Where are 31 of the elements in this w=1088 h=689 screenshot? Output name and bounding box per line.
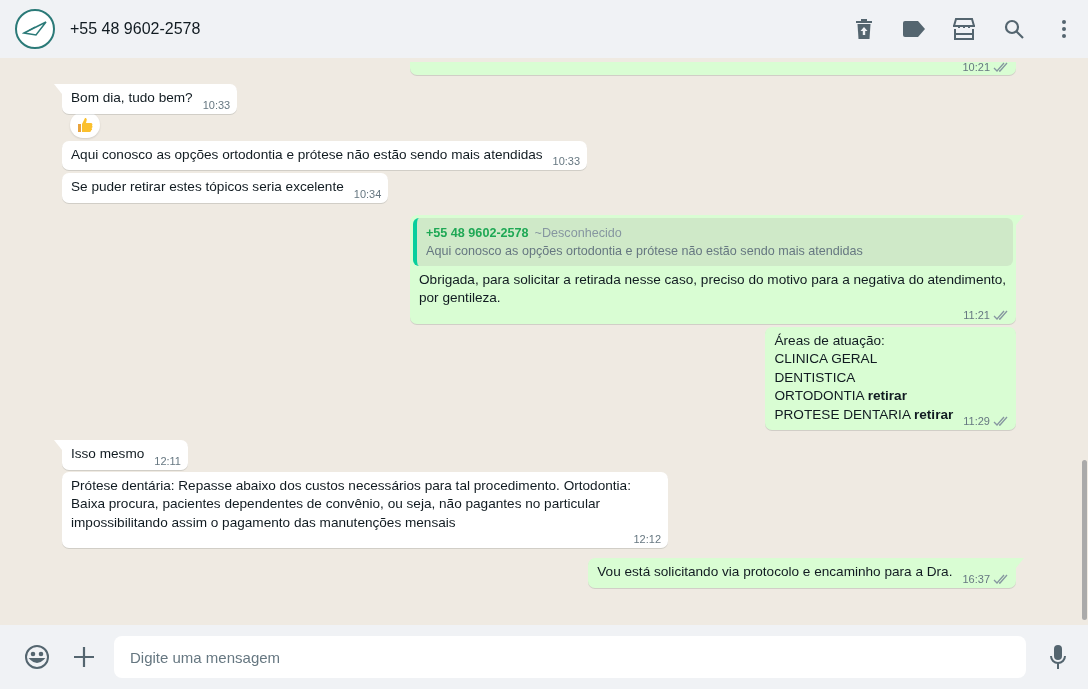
message-text: Prótese dentária: Repasse abaixo dos custos necessários para tal procedimento. Ortodontia: Baixa procura, pacientes dependentes de convênio, ou seja, não pagantes no particular impossibilitando assim o pagamento das manutenções mensais [71, 476, 632, 532]
quoted-message[interactable]: +55 48 9602-2578 ~Desconhecido Aqui conosco as opções ortodontia e prótese não estão sendo mais atendidas [413, 217, 1013, 266]
search-icon[interactable] [1002, 17, 1026, 41]
contact-avatar[interactable] [15, 9, 55, 49]
message-text: Bom dia, tudo bem? [71, 89, 193, 107]
quoted-author-note: ~Desconhecido [534, 225, 622, 240]
microphone-icon[interactable] [1050, 645, 1066, 669]
thumbs-up-icon [77, 116, 93, 133]
message-text: Vou está solicitando via protocolo e encaminho para a Dra. [597, 563, 953, 581]
message-time: 12:12 [633, 532, 661, 547]
emoji-icon[interactable] [24, 644, 50, 670]
message-text: Áreas de atuação: CLINICA GERAL DENTISTICA ORTODONTIA retirar PROTESE DENTARIA retirar [774, 331, 954, 424]
message-time: 10:33 [552, 154, 581, 169]
message-time: 11:21 [963, 307, 990, 323]
message-time: 11:29 [963, 414, 990, 429]
message-input[interactable]: Digite uma mensagem [114, 636, 1026, 678]
plus-icon[interactable] [74, 647, 94, 667]
message-time: 12:11 [154, 453, 181, 469]
store-icon[interactable] [952, 17, 976, 41]
contact-name[interactable]: +55 48 9602-2578 [70, 17, 201, 41]
message-text: Aqui conosco as opções ortodontia e prótese não estão sendo mais atendidas [71, 145, 543, 164]
message-time: 10:21 [962, 62, 990, 73]
message-text: Isso mesmo [71, 445, 145, 463]
quoted-author: +55 48 9602-2578 [426, 225, 529, 240]
message-text: Obrigada, para solicitar a retirada nesse caso, preciso do motivo para a negativa do atendimento, por gentileza. [419, 270, 1008, 307]
message-time: 16:37 [962, 571, 990, 587]
message-time: 10:34 [353, 186, 382, 202]
message-text: Se puder retirar estes tópicos seria excelente [71, 178, 344, 196]
message-time: 10:33 [202, 97, 231, 113]
scrollbar-thumb[interactable] [1082, 460, 1087, 620]
quoted-text: Aqui conosco as opções ortodontia e prótese não estão sendo mais atendidas [426, 242, 864, 260]
